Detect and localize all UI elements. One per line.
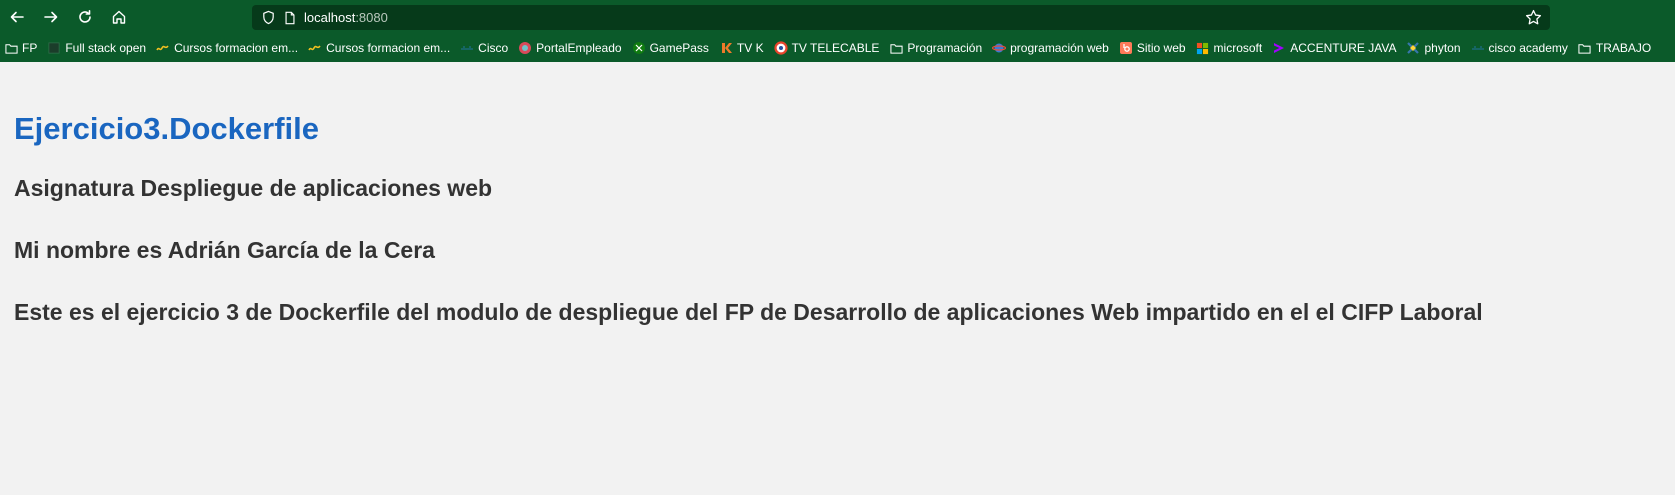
bookmark-label: PortalEmpleado (536, 41, 622, 55)
folder-icon (1578, 41, 1592, 55)
bookmark-label: GamePass (649, 41, 709, 55)
hubspot-icon (1119, 41, 1133, 55)
tvk-icon (719, 41, 733, 55)
forward-button[interactable] (34, 0, 68, 34)
url-host: localhost (304, 10, 356, 25)
wave-icon (156, 41, 170, 55)
bookmark-label: microsoft (1213, 41, 1263, 55)
forward-arrow-icon (44, 11, 58, 23)
name-heading: Mi nombre es Adrián García de la Cera (14, 237, 435, 263)
bookmark-item[interactable]: TRABAJO (1578, 41, 1651, 55)
wave-icon (308, 41, 322, 55)
bookmark-label: Cursos formacion em... (326, 41, 451, 55)
bookmark-label: Programación (907, 41, 983, 55)
page-icon (282, 10, 298, 26)
bookmark-item[interactable]: ACCENTURE JAVA (1272, 41, 1396, 55)
bookmarks-bar: FP Full stack open Cursos formacion em... C… (0, 34, 1675, 62)
url-bar[interactable]: localhost:8080 (252, 5, 1550, 30)
subject-heading: Asignatura Despliegue de aplicaciones we… (14, 175, 493, 201)
home-icon (112, 10, 126, 24)
bookmark-item[interactable]: TV K (719, 41, 764, 55)
page-content: Ejercicio3.Dockerfile Asignatura Desplie… (14, 62, 1664, 326)
bookmark-item[interactable]: Cursos formacion em... (308, 41, 450, 55)
page-title: Ejercicio3.Dockerfile (14, 111, 319, 146)
bookmark-label: FP (22, 41, 38, 55)
shield-icon (260, 10, 276, 26)
bookmark-item[interactable]: programación web (992, 41, 1109, 55)
bookmark-item[interactable]: Programación (889, 41, 982, 55)
home-button[interactable] (102, 0, 136, 34)
bookmark-item[interactable]: GamePass (632, 41, 709, 55)
cisco-icon (1471, 41, 1485, 55)
bookmark-label: TRABAJO (1595, 41, 1652, 55)
url-port: :8080 (355, 10, 388, 25)
bookmark-item[interactable]: Full stack open (47, 41, 146, 55)
bookmark-item[interactable]: TV TELECABLE (773, 41, 880, 55)
back-button[interactable] (0, 0, 34, 34)
bookmark-label: TV K (736, 41, 764, 55)
reload-icon (79, 10, 91, 23)
accenture-icon (1272, 41, 1286, 55)
bookmark-item[interactable]: Cisco (460, 41, 508, 55)
reload-button[interactable] (68, 0, 102, 34)
bookmark-label: programación web (1010, 41, 1109, 55)
bookmark-item[interactable]: microsoft (1196, 41, 1263, 55)
xbox-icon (632, 41, 646, 55)
ring-icon (773, 41, 788, 55)
microsoft-icon (1196, 41, 1210, 55)
bookmark-label: Cisco (478, 41, 509, 55)
bookmark-star-icon[interactable] (1525, 9, 1542, 26)
bookmark-item[interactable]: phyton (1406, 41, 1461, 55)
bookmark-item[interactable]: Sitio web (1119, 41, 1186, 55)
cisco-icon (460, 41, 474, 55)
bookmark-label: Full stack open (65, 41, 147, 55)
folder-icon (4, 41, 18, 55)
square-icon (47, 41, 61, 55)
browser-toolbar: localhost:8080 (0, 0, 1675, 34)
python-icon (1406, 41, 1420, 55)
description-heading: Este es el ejercicio 3 de Dockerfile del… (14, 299, 1483, 325)
bookmark-label: Cursos formacion em... (174, 41, 299, 55)
globe-icon (518, 41, 532, 55)
planet-icon (992, 41, 1007, 55)
bookmark-label: Sitio web (1136, 41, 1186, 55)
back-arrow-icon (10, 11, 24, 23)
bookmark-item[interactable]: Cursos formacion em... (156, 41, 298, 55)
folder-icon (889, 41, 903, 55)
bookmark-item[interactable]: FP (4, 41, 37, 55)
bookmark-label: phyton (1424, 41, 1461, 55)
bookmark-item[interactable]: PortalEmpleado (518, 41, 622, 55)
bookmark-label: cisco academy (1488, 41, 1568, 55)
bookmark-item[interactable]: cisco academy (1471, 41, 1568, 55)
bookmark-label: ACCENTURE JAVA (1290, 41, 1397, 55)
bookmark-label: TV TELECABLE (791, 41, 880, 55)
